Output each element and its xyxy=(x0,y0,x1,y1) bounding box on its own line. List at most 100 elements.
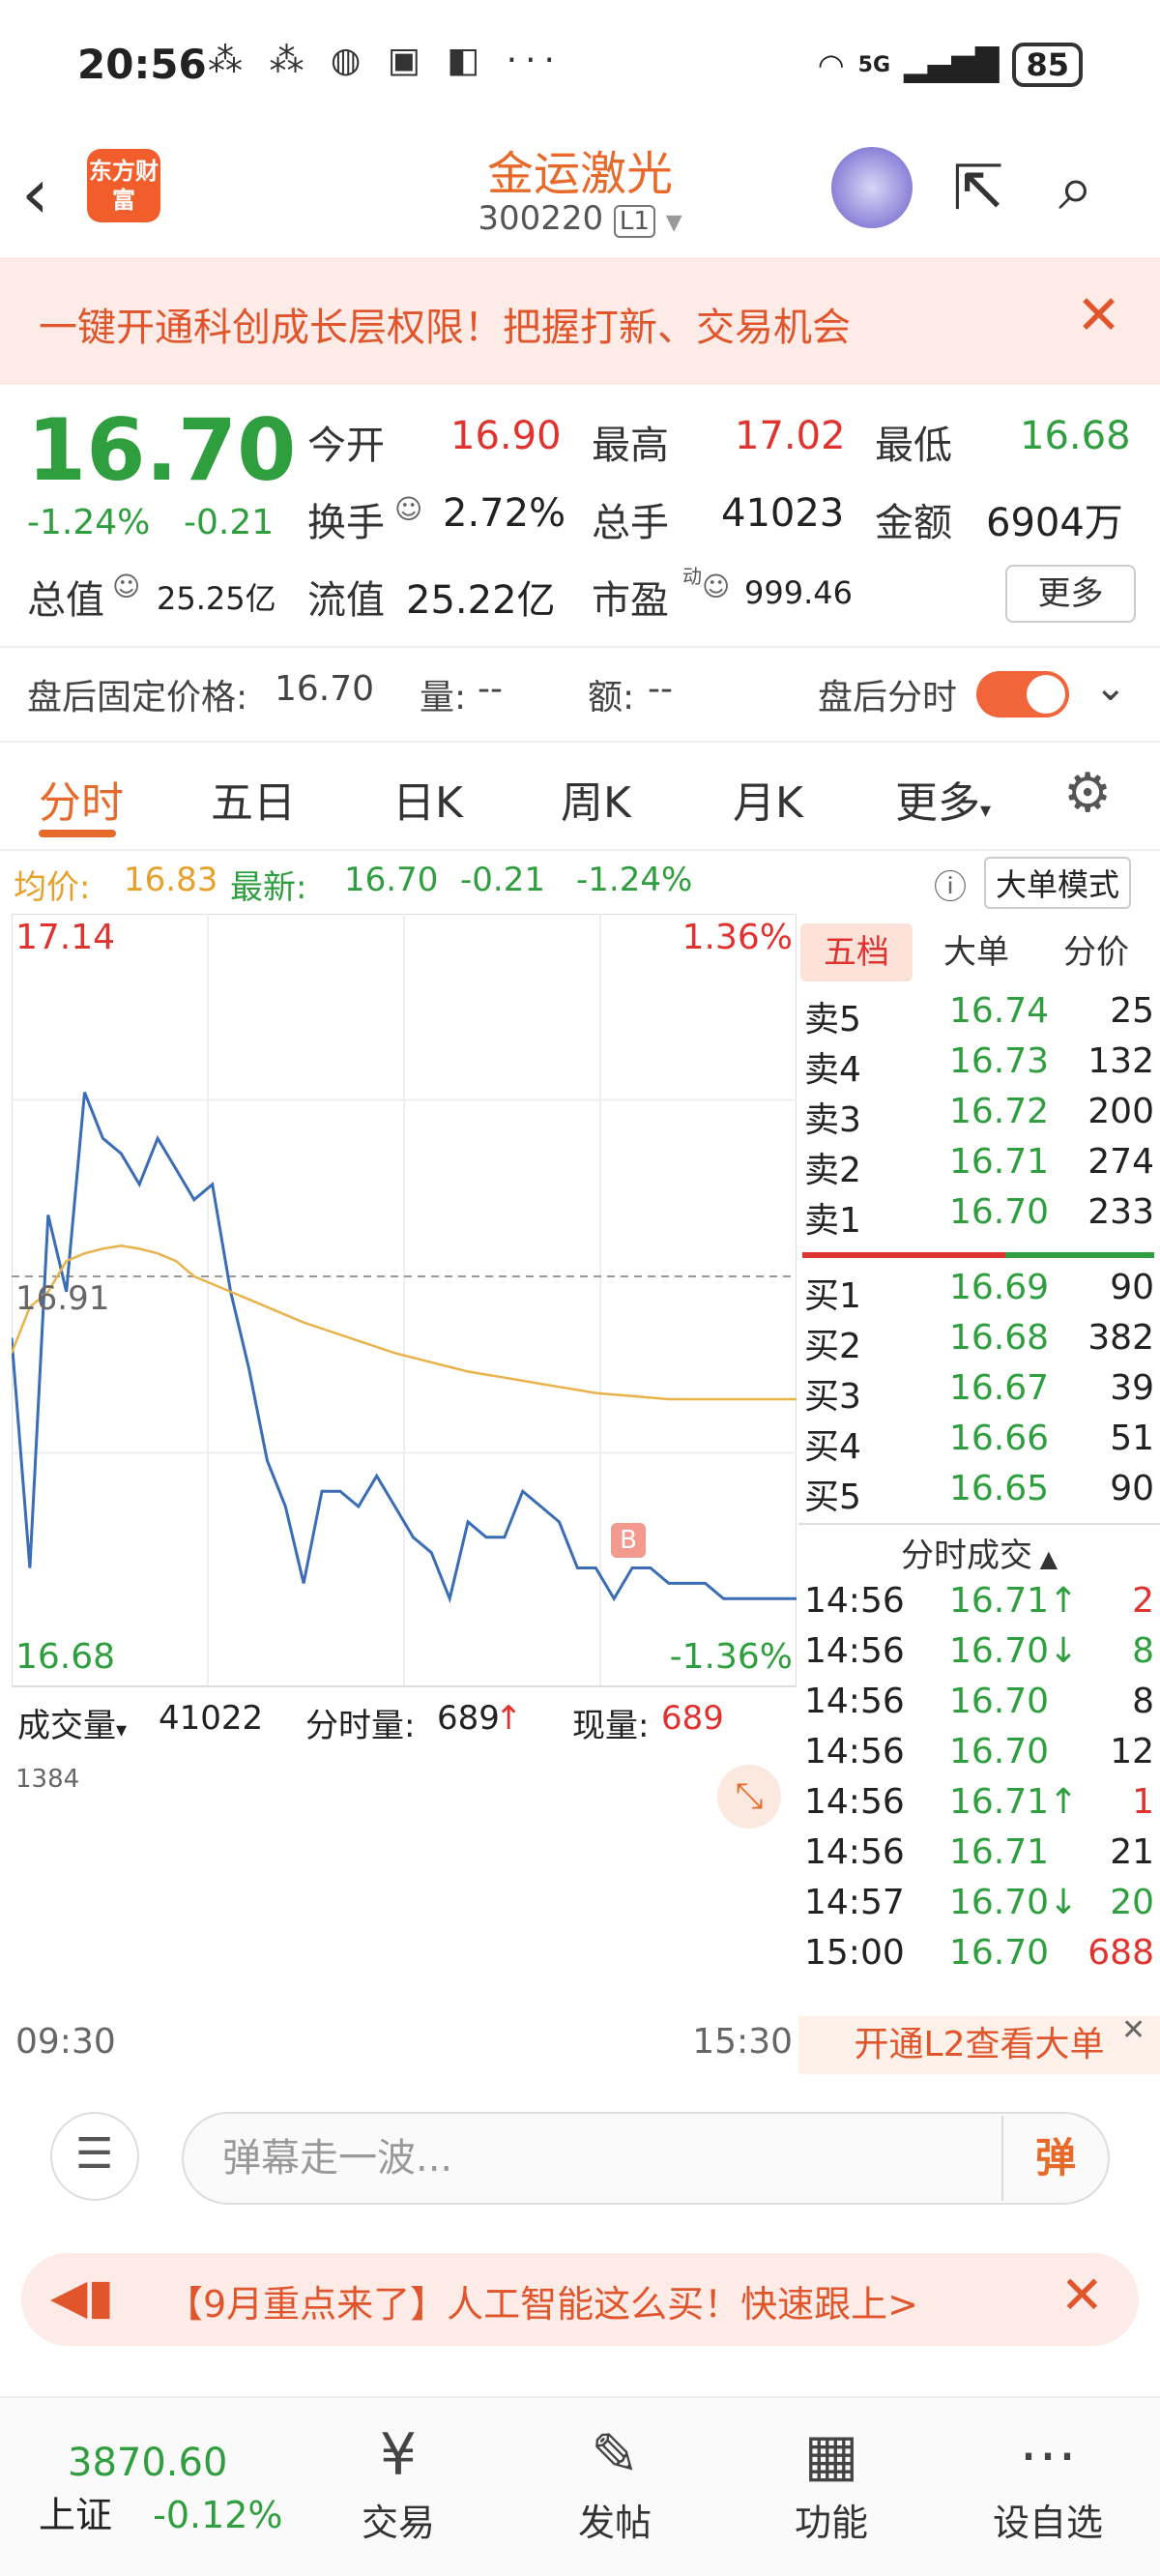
chart-svg[interactable] xyxy=(12,914,797,1687)
trade-price: 16.70 xyxy=(949,1682,1050,1721)
nav-post[interactable]: ✎ 发帖 xyxy=(518,2417,711,2546)
after-hours-amt-label: 额: xyxy=(588,678,635,717)
ask-row[interactable]: 卖3 16.72 200 xyxy=(798,1092,1160,1142)
bid-label: 买1 xyxy=(804,1276,861,1316)
bid-row[interactable]: 买1 16.69 90 xyxy=(798,1268,1160,1318)
help-icon[interactable]: ⓘ xyxy=(934,861,967,908)
tab-daily-k[interactable]: 日K xyxy=(392,768,463,830)
after-hours-toggle[interactable] xyxy=(976,671,1069,717)
change-percent: -1.24% xyxy=(27,503,151,542)
close-icon[interactable]: ✕ xyxy=(1060,2265,1104,2326)
trade-row[interactable]: 14:56 16.70↓ 8 xyxy=(798,1631,1160,1683)
ask-row[interactable]: 卖1 16.70 233 xyxy=(798,1192,1160,1243)
quote-panel: 16.70 -1.24% -0.21 今开 16.90 最高 17.02 最低 … xyxy=(0,385,1160,636)
nav-functions[interactable]: ▦ 功能 xyxy=(735,2417,928,2546)
latest-value: 16.70 xyxy=(344,861,439,899)
open-value: 16.90 xyxy=(450,414,562,458)
info-icon[interactable]: ☺ xyxy=(394,493,422,525)
now-vol: 689 xyxy=(661,1699,724,1738)
bid-row[interactable]: 买5 16.65 90 xyxy=(798,1469,1160,1519)
trade-volume: 688 xyxy=(1088,1933,1154,1973)
orderbook-tabs: 五档 大单 分价 xyxy=(798,923,1160,981)
bid-price: 16.67 xyxy=(949,1368,1050,1408)
nav-trade[interactable]: ¥ 交易 xyxy=(302,2417,495,2546)
info-icon[interactable]: ☺ xyxy=(112,571,140,602)
trade-row[interactable]: 14:56 16.71 21 xyxy=(798,1832,1160,1885)
send-danmaku-button[interactable]: 弹 xyxy=(1001,2116,1108,2201)
chevron-down-icon[interactable]: ⌄ xyxy=(1094,665,1127,710)
trade-row[interactable]: 14:56 16.70 12 xyxy=(798,1732,1160,1784)
close-icon[interactable]: ✕ xyxy=(1121,2013,1146,2047)
share-icon[interactable]: ⇱ xyxy=(952,153,1004,224)
more-circle-icon: ⋯ xyxy=(1019,2421,1077,2489)
trades-title-label: 分时成交 xyxy=(900,1537,1032,1575)
latest-percent: -1.24% xyxy=(576,861,693,899)
change-value: -0.21 xyxy=(184,503,275,542)
danmaku-bar: ☰ 弹幕走一波... 弹 xyxy=(0,2079,1160,2234)
tab-timeshare[interactable]: 分时 xyxy=(39,768,124,830)
now-vol-label: 现量: xyxy=(572,1707,650,1745)
index-ticker[interactable]: 3870.60 上证 -0.12% xyxy=(19,2417,300,2538)
high-value: 17.02 xyxy=(735,414,846,458)
index-value: 3870.60 xyxy=(68,2441,228,2485)
trade-row[interactable]: 14:56 16.71↑ 2 xyxy=(798,1581,1160,1633)
ai-assistant-icon[interactable] xyxy=(831,147,913,228)
trade-row[interactable]: 14:57 16.70↓ 20 xyxy=(798,1883,1160,1935)
info-icon[interactable]: ☺ xyxy=(702,571,730,602)
big-order-mode-button[interactable]: 大单模式 xyxy=(984,857,1132,909)
close-icon[interactable]: ✕ xyxy=(1076,284,1121,347)
ask-label: 卖1 xyxy=(804,1201,861,1241)
low-label: 最低 xyxy=(875,424,952,468)
bid-volume: 90 xyxy=(1110,1268,1154,1307)
ask-volume: 274 xyxy=(1088,1142,1154,1182)
trade-volume: 21 xyxy=(1110,1832,1154,1872)
ad-banner[interactable]: ◀▮ 【9月重点来了】人工智能这么买！快速跟上> ✕ xyxy=(21,2253,1139,2346)
tab-five-levels[interactable]: 五档 xyxy=(800,923,913,981)
bid-row[interactable]: 买4 16.66 51 xyxy=(798,1419,1160,1469)
buy-marker[interactable]: B xyxy=(611,1523,646,1558)
divider xyxy=(798,1523,1160,1525)
tab-weekly-k[interactable]: 周K xyxy=(561,768,631,830)
clock: 20:56 xyxy=(77,41,207,88)
latest-label: 最新: xyxy=(230,868,307,907)
ask-price: 16.73 xyxy=(949,1041,1050,1081)
bid-row[interactable]: 买3 16.67 39 xyxy=(798,1368,1160,1419)
tab-more[interactable]: 更多▾ xyxy=(895,768,991,830)
bid-row[interactable]: 买2 16.68 382 xyxy=(798,1318,1160,1368)
trade-row[interactable]: 14:56 16.70 8 xyxy=(798,1682,1160,1734)
ask-volume: 25 xyxy=(1110,991,1154,1031)
edit-icon: ✎ xyxy=(590,2421,640,2489)
tab-big-orders[interactable]: 大单 xyxy=(920,923,1032,981)
bid-volume: 39 xyxy=(1110,1368,1154,1408)
bottom-nav: 3870.60 上证 -0.12% ¥ 交易 ✎ 发帖 ▦ 功能 ⋯ 设自选 xyxy=(0,2396,1160,2576)
caret-down-icon: ▾ xyxy=(116,1718,128,1742)
after-hours-bar: 盘后固定价格: 16.70 量: -- 额: -- 盘后分时 ⌄ xyxy=(0,646,1160,743)
comment-settings-icon[interactable]: ☰ xyxy=(50,2112,139,2201)
caret-up-icon: ▲ xyxy=(1031,1545,1058,1572)
search-icon[interactable]: ⌕ xyxy=(1058,153,1093,224)
l2-upsell[interactable]: 开通L2查看大单 xyxy=(798,2016,1160,2074)
danmaku-input[interactable]: 弹幕走一波... xyxy=(182,2112,1110,2205)
tab-price-distribution[interactable]: 分价 xyxy=(1040,923,1152,981)
more-button[interactable]: 更多 xyxy=(1005,565,1136,623)
tab-five-day[interactable]: 五日 xyxy=(211,768,296,830)
promo-banner[interactable]: 一键开通科创成长层权限！把握打新、交易机会 ✕ xyxy=(0,257,1160,385)
trades-title[interactable]: 分时成交 ▲ xyxy=(798,1529,1160,1576)
expand-icon[interactable]: ⤡ xyxy=(717,1765,781,1829)
ask-row[interactable]: 卖5 16.74 25 xyxy=(798,991,1160,1041)
ad-text: 【9月重点来了】人工智能这么买！快速跟上> xyxy=(166,2283,919,2326)
trade-label: 14:56 xyxy=(804,1732,905,1771)
trade-row[interactable]: 14:56 16.71↑ 1 xyxy=(798,1782,1160,1834)
bid-volume: 382 xyxy=(1088,1318,1154,1358)
ask-row[interactable]: 卖4 16.73 132 xyxy=(798,1041,1160,1092)
time-end: 15:30 xyxy=(692,2022,793,2062)
volume-type-selector[interactable]: 成交量▾ xyxy=(17,1699,127,1746)
chart-tabs: 分时 五日 日K 周K 月K 更多▾ ⚙ xyxy=(0,745,1160,851)
nav-watchlist-label: 设自选 xyxy=(992,2502,1103,2544)
tab-monthly-k[interactable]: 月K xyxy=(733,768,803,830)
trade-row[interactable]: 15:00 16.70 688 xyxy=(798,1933,1160,1985)
ask-row[interactable]: 卖2 16.71 274 xyxy=(798,1142,1160,1192)
nav-watchlist[interactable]: ⋯ 设自选 xyxy=(951,2417,1145,2546)
gear-icon[interactable]: ⚙ xyxy=(1063,762,1112,825)
timeshare-chart[interactable]: 17.14 1.36% 16.91 16.68 -1.36% B 成交量▾ 41… xyxy=(12,914,797,2062)
